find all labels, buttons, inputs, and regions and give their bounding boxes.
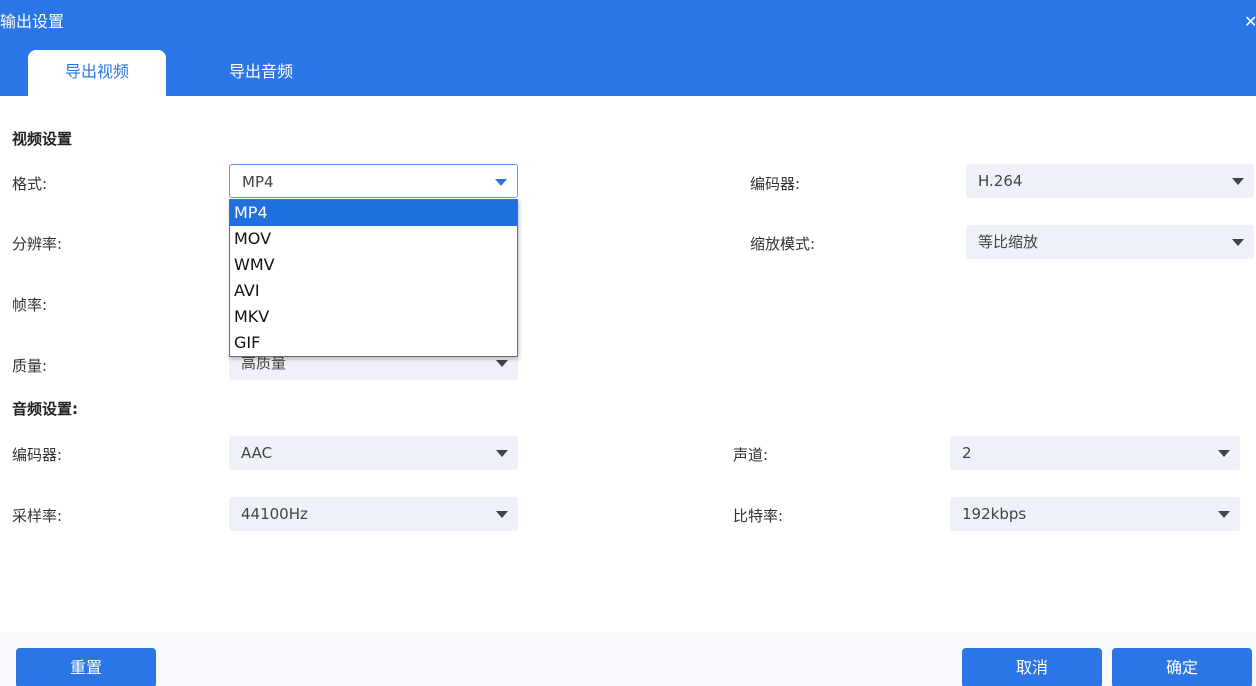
- chevron-down-icon: [1232, 239, 1244, 246]
- close-icon[interactable]: ✕: [1244, 12, 1256, 32]
- video-settings-title: 视频设置: [12, 130, 73, 148]
- tab-export-audio[interactable]: 导出音频: [188, 50, 334, 96]
- chevron-down-icon: [496, 450, 508, 457]
- tab-export-video[interactable]: 导出视频: [28, 50, 166, 96]
- channel-select[interactable]: 2: [950, 436, 1240, 470]
- chevron-down-icon: [496, 360, 508, 367]
- chevron-down-icon: [1218, 450, 1230, 457]
- dialog-title: 输出设置: [0, 12, 65, 31]
- bitrate-select[interactable]: 192kbps: [950, 497, 1240, 531]
- sample-rate-label: 采样率:: [12, 507, 63, 525]
- format-option-avi[interactable]: AVI: [230, 278, 517, 304]
- chevron-down-icon: [496, 511, 508, 518]
- audio-encoder-value: AAC: [241, 444, 273, 462]
- scale-mode-select[interactable]: 等比缩放: [966, 225, 1254, 259]
- chevron-down-icon: [1218, 511, 1230, 518]
- sample-rate-value: 44100Hz: [241, 505, 308, 523]
- scale-mode-value: 等比缩放: [978, 233, 1039, 251]
- video-encoder-select[interactable]: H.264: [966, 164, 1254, 198]
- output-settings-dialog: 输出设置 ✕ 导出视频 导出音频 视频设置 格式: MP4 编码器: H.264…: [0, 0, 1256, 686]
- format-select[interactable]: MP4: [229, 164, 518, 198]
- format-label: 格式:: [12, 175, 48, 193]
- format-option-mp4[interactable]: MP4: [230, 200, 517, 226]
- scale-mode-label: 缩放模式:: [750, 235, 816, 253]
- channel-label: 声道:: [733, 446, 769, 464]
- bitrate-label: 比特率:: [733, 507, 784, 525]
- format-option-wmv[interactable]: WMV: [230, 252, 517, 278]
- format-value: MP4: [242, 173, 274, 191]
- audio-settings-title: 音频设置:: [12, 400, 78, 418]
- format-option-mkv[interactable]: MKV: [230, 304, 517, 330]
- sample-rate-select[interactable]: 44100Hz: [229, 497, 518, 531]
- resolution-label: 分辨率:: [12, 235, 63, 253]
- reset-button[interactable]: 重置: [16, 648, 156, 686]
- format-option-gif[interactable]: GIF: [230, 330, 517, 356]
- confirm-button[interactable]: 确定: [1112, 648, 1252, 686]
- video-encoder-value: H.264: [978, 172, 1023, 190]
- cancel-button[interactable]: 取消: [962, 648, 1102, 686]
- title-bar: 输出设置 ✕ 导出视频 导出音频: [0, 0, 1256, 96]
- channel-value: 2: [962, 444, 972, 462]
- frame-rate-label: 帧率:: [12, 296, 48, 314]
- chevron-down-icon: [1232, 178, 1244, 185]
- format-dropdown-list: MP4 MOV WMV AVI MKV GIF: [229, 199, 518, 357]
- audio-encoder-select[interactable]: AAC: [229, 436, 518, 470]
- bitrate-value: 192kbps: [962, 505, 1027, 523]
- format-option-mov[interactable]: MOV: [230, 226, 517, 252]
- audio-encoder-label: 编码器:: [12, 446, 63, 464]
- chevron-down-icon: [495, 179, 507, 186]
- quality-label: 质量:: [12, 357, 48, 375]
- video-encoder-label: 编码器:: [750, 175, 801, 193]
